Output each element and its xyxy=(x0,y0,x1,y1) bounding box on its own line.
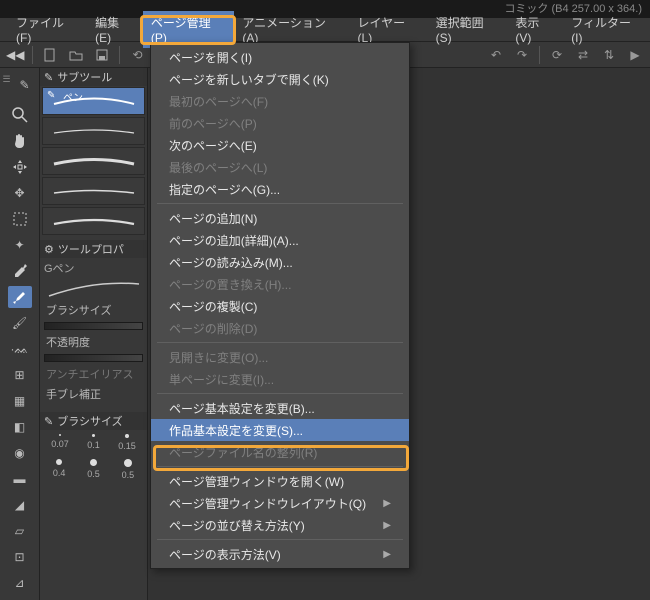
mi-open-new-tab[interactable]: ページを新しいタブで開く(K) xyxy=(151,68,409,90)
prop-opacity[interactable]: 不透明度 xyxy=(40,332,147,352)
chevron-right-icon: ▶ xyxy=(383,498,391,509)
toolprop-header[interactable]: ⚙ ツールプロパ xyxy=(40,240,147,258)
hand-icon[interactable] xyxy=(8,130,32,152)
mi-page-sort-method[interactable]: ページの並び替え方法(Y)▶ xyxy=(151,514,409,536)
mi-last-page: 最後のページへ(L) xyxy=(151,156,409,178)
rotate-icon[interactable]: ⟳ xyxy=(548,46,566,64)
menu-edit[interactable]: 編集(E) xyxy=(87,11,143,48)
brush-tool-icon[interactable]: ✎ xyxy=(13,74,37,96)
toolbox: ☰✎ ✥ ✦ 🖌 ·ᨐ ⊞ ▦ ◧ ◉ ▬ ◢ ▱ ⊡ ⊿ xyxy=(0,68,40,600)
open-icon[interactable] xyxy=(67,46,85,64)
menubar: ファイル(F) 編集(E) ページ管理(P) アニメーション(A) レイヤー(L… xyxy=(0,18,650,42)
menu-file[interactable]: ファイル(F) xyxy=(8,11,87,48)
expand-left-icon[interactable]: ◀◀ xyxy=(6,48,24,62)
page-manage-dropdown: ページを開く(I) ページを新しいタブで開く(K) 最初のページへ(F) 前のペ… xyxy=(150,42,410,569)
fliph-icon[interactable]: ⇄ xyxy=(574,46,592,64)
subtool-item[interactable] xyxy=(42,147,145,175)
move-icon[interactable] xyxy=(8,156,32,178)
airbrush-icon[interactable]: ·ᨐ xyxy=(8,338,32,360)
chevron-right-icon: ▶ xyxy=(383,549,391,560)
chevron-right-icon: ▶ xyxy=(383,520,391,531)
brush-preset[interactable]: 0.15 xyxy=(118,434,136,451)
shape-icon[interactable]: ▱ xyxy=(8,520,32,542)
mi-replace-page: ページの置き換え(H)... xyxy=(151,273,409,295)
pen-icon[interactable] xyxy=(8,286,32,308)
brush-preset[interactable]: 0.1 xyxy=(87,434,100,451)
hatch-icon[interactable]: ▦ xyxy=(8,390,32,412)
mi-change-work-settings[interactable]: 作品基本設定を変更(S)... xyxy=(151,419,409,441)
mi-first-page: 最初のページへ(F) xyxy=(151,90,409,112)
mi-open-page[interactable]: ページを開く(I) xyxy=(151,46,409,68)
prop-stabilize[interactable]: 手ブレ補正 xyxy=(40,384,147,404)
subtool-panel: ✎ サブツール ✎ ペン ⚙ ツールプロパ Gペン ブラシサイズ 不透明度 アン… xyxy=(40,68,148,600)
save-icon[interactable] xyxy=(93,46,111,64)
brush-preset[interactable]: 0.5 xyxy=(122,459,135,480)
mi-prev-page: 前のページへ(P) xyxy=(151,112,409,134)
frame-icon[interactable]: ⊡ xyxy=(8,546,32,568)
mi-delete-page: ページの削除(D) xyxy=(151,317,409,339)
slider[interactable] xyxy=(44,354,143,362)
fill-icon[interactable]: ▬ xyxy=(8,468,32,490)
menu-view[interactable]: 表示(V) xyxy=(507,11,563,48)
slider[interactable] xyxy=(44,322,143,330)
mi-page-display-method[interactable]: ページの表示方法(V)▶ xyxy=(151,543,409,565)
gradient-icon[interactable]: ◢ xyxy=(8,494,32,516)
subtool-header[interactable]: ✎ サブツール xyxy=(40,68,147,86)
mi-next-page[interactable]: 次のページへ(E) xyxy=(151,134,409,156)
mi-sort-filenames: ページファイル名の整列(R) xyxy=(151,441,409,463)
mi-add-page-detail[interactable]: ページの追加(詳細)(A)... xyxy=(151,229,409,251)
new-doc-icon[interactable] xyxy=(41,46,59,64)
prop-brush-size[interactable]: ブラシサイズ xyxy=(40,300,147,320)
mi-to-single: 単ページに変更(I)... xyxy=(151,368,409,390)
subtool-item[interactable] xyxy=(42,207,145,235)
brushsize-title: ブラシサイズ xyxy=(57,413,122,429)
menu-selection[interactable]: 選択範囲(S) xyxy=(428,11,508,48)
eyedrop-icon[interactable] xyxy=(8,260,32,282)
wand-icon[interactable]: ✦ xyxy=(8,234,32,256)
mi-import-page[interactable]: ページの読み込み(M)... xyxy=(151,251,409,273)
menu-filter[interactable]: フィルター(I) xyxy=(563,11,650,48)
ruler-icon[interactable]: ⊿ xyxy=(8,572,32,594)
brush-preset[interactable]: 0.07 xyxy=(51,434,69,451)
subtool-item[interactable] xyxy=(42,117,145,145)
brushsize-header[interactable]: ✎ ブラシサイズ xyxy=(40,412,147,430)
brush-preset[interactable]: 0.4 xyxy=(53,459,66,480)
mi-add-page[interactable]: ページの追加(N) xyxy=(151,207,409,229)
prop-antialias: アンチエイリアス xyxy=(40,364,147,384)
pattern-icon[interactable]: ⊞ xyxy=(8,364,32,386)
redo2-icon[interactable]: ↷ xyxy=(513,46,531,64)
mi-page-window-layout[interactable]: ページ管理ウィンドウレイアウト(Q)▶ xyxy=(151,492,409,514)
toolprop-title: ツールプロパ xyxy=(58,241,124,257)
undo2-icon[interactable]: ↶ xyxy=(487,46,505,64)
mi-goto-page[interactable]: 指定のページへ(G)... xyxy=(151,178,409,200)
brush-preset[interactable]: 0.5 xyxy=(87,459,100,480)
gear-icon: ⚙ xyxy=(44,243,54,256)
undo-icon[interactable]: ⟲ xyxy=(128,46,146,64)
subtool-title: サブツール xyxy=(57,69,112,85)
blend-icon[interactable]: ◉ xyxy=(8,442,32,464)
mi-to-spread: 見開きに変更(O)... xyxy=(151,346,409,368)
mi-open-page-window[interactable]: ページ管理ウィンドウを開く(W) xyxy=(151,470,409,492)
mi-duplicate-page[interactable]: ページの複製(C) xyxy=(151,295,409,317)
collapse-icon[interactable]: ☰ xyxy=(2,74,10,96)
marquee-icon[interactable] xyxy=(8,208,32,230)
transform-icon[interactable]: ✥ xyxy=(8,182,32,204)
flipv-icon[interactable]: ⇅ xyxy=(600,46,618,64)
brush-icon: ✎ xyxy=(44,71,53,84)
mi-change-page-settings[interactable]: ページ基本設定を変更(B)... xyxy=(151,397,409,419)
magnify-icon[interactable] xyxy=(8,104,32,126)
brush-icon[interactable]: 🖌 xyxy=(8,312,32,334)
subtool-item[interactable] xyxy=(42,177,145,205)
playback-icon[interactable]: ▶ xyxy=(626,46,644,64)
brush-icon: ✎ xyxy=(44,415,53,428)
gpen-label: Gペン xyxy=(40,258,147,278)
subtool-item-pen[interactable]: ✎ ペン xyxy=(42,87,145,115)
eraser-icon[interactable]: ◧ xyxy=(8,416,32,438)
